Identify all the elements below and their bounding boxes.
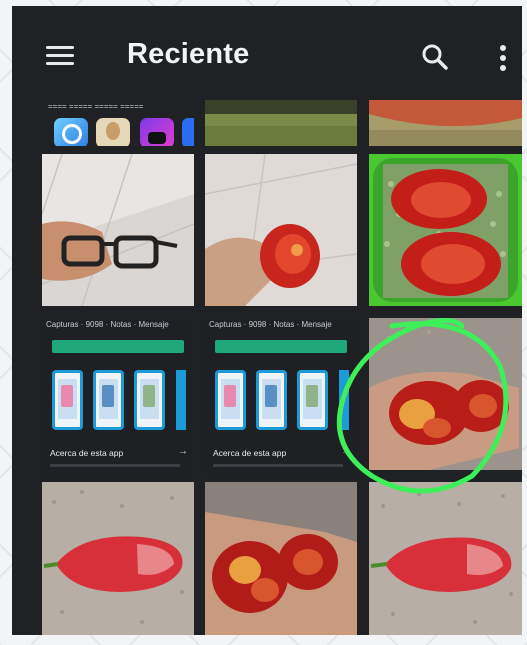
page-title: Reciente [127,38,250,70]
app-icon-partial [182,118,194,146]
search-icon[interactable] [420,42,450,72]
top-app-bar: Reciente [12,6,522,100]
more-vert-icon[interactable] [497,43,509,73]
app-screenshot-header: Capturas · 9098 · Notas · Mensaje [209,320,332,329]
description-line [50,464,180,467]
app-screenshot-tile-1[interactable]: Capturas · 9098 · Notas · Mensaje Acerca… [42,318,194,478]
scroll-indicator [176,370,186,430]
hamburger-menu-icon[interactable] [46,46,74,66]
annotation-circle [336,318,509,494]
photo-tile-app-icons[interactable]: ==== ===== ===== ===== [42,100,194,146]
photo-tile-pepper-top[interactable] [369,100,522,146]
photo-tile-pepper-hand[interactable] [205,154,357,306]
app-icon-camera [54,118,88,146]
photo-tile-pepper-slices[interactable] [205,482,357,635]
phone-screen: Reciente ==== ===== ===== ===== Capturas… [12,6,522,635]
screenshot-thumb [52,370,83,430]
photo-tile-glasses[interactable] [42,154,194,306]
about-app-label: Acerca de esta app [213,448,287,458]
photo-tile-whole-pepper-1[interactable] [42,482,194,635]
photo-tile-grass[interactable] [205,100,357,146]
about-app-label: Acerca de esta app [50,448,124,458]
app-icon-photo [96,118,130,146]
screenshot-thumb [134,370,165,430]
photo-tile-pepper-peas[interactable] [369,154,522,306]
screenshot-thumb [93,370,124,430]
screenshot-thumb [256,370,287,430]
install-button-bar [52,340,184,353]
photo-tile-whole-pepper-2[interactable] [369,482,522,635]
partial-screenshot-text: ==== ===== ===== ===== [48,102,144,111]
app-screenshot-header: Capturas · 9098 · Notas · Mensaje [46,320,169,329]
screenshot-thumb [215,370,246,430]
chevron-right-icon: → [178,446,188,457]
app-icon-gradient [140,118,174,146]
